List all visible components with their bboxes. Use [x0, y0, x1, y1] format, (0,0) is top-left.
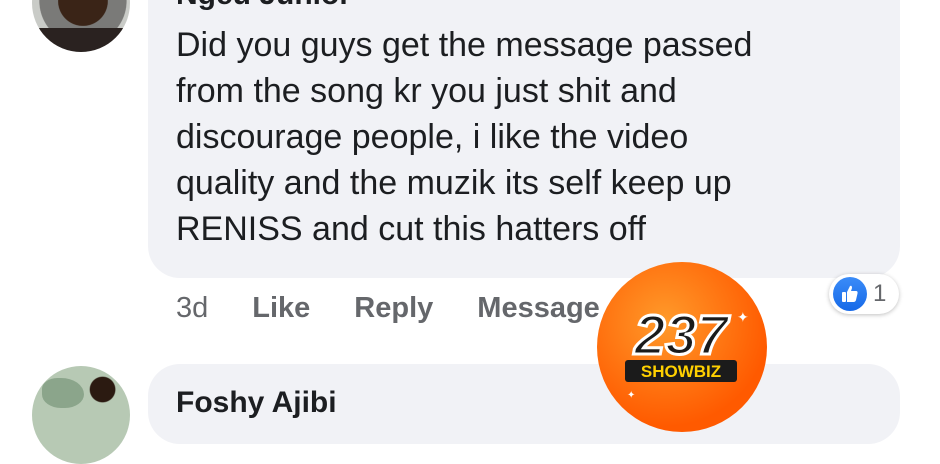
commenter-avatar[interactable]: [32, 0, 130, 52]
commenter-avatar-2[interactable]: [32, 366, 130, 464]
svg-text:✦: ✦: [627, 390, 635, 401]
reaction-summary[interactable]: 1: [829, 274, 899, 314]
comment-timestamp[interactable]: 3d: [176, 292, 208, 325]
avatar-background: [42, 378, 84, 408]
avatar-shirt: [32, 28, 130, 52]
comment-author-name[interactable]: Ngeu Junior: [176, 0, 351, 12]
comment-actions: 3d Like Reply Message: [176, 288, 600, 328]
logo-number: 237: [633, 303, 730, 366]
showbiz-logo-watermark: 237 SHOWBIZ ✦ ✦: [597, 262, 767, 432]
svg-text:✦: ✦: [737, 309, 749, 325]
reaction-count: 1: [873, 280, 887, 307]
thumbs-up-icon: [833, 277, 867, 311]
like-button[interactable]: Like: [252, 292, 310, 325]
logo-word: SHOWBIZ: [641, 362, 721, 381]
comment-text: Did you guys get the message passed from…: [176, 26, 753, 248]
comment-author-name-2[interactable]: Foshy Ajibi: [176, 386, 337, 420]
message-button[interactable]: Message: [477, 292, 600, 325]
reply-button[interactable]: Reply: [354, 292, 433, 325]
